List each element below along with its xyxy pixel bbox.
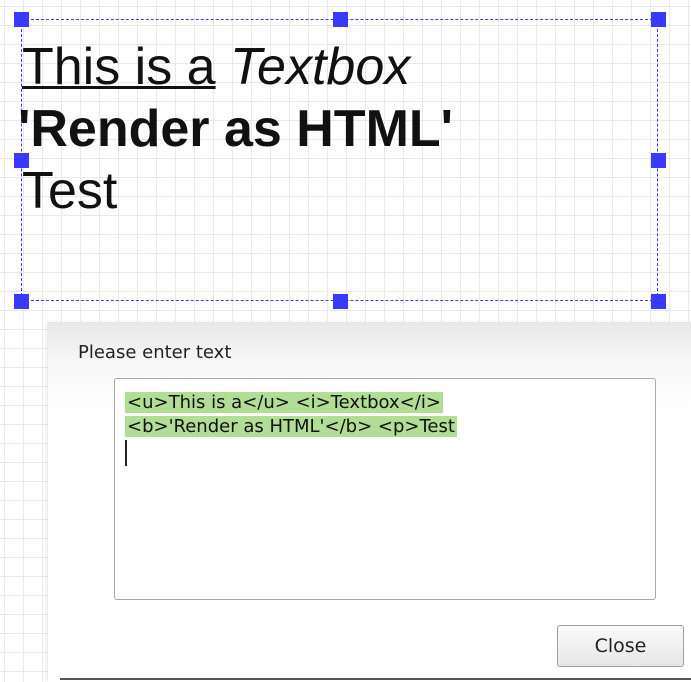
textbox-rendered-content: This is a Textbox 'Render as HTML' Test [18,36,659,222]
dialog-divider [60,678,691,680]
text-input-area[interactable]: <u>This is a</u> <i>Textbox</i> <b>'Rend… [114,378,656,600]
resize-handle-top-left[interactable] [14,12,29,27]
selected-textbox[interactable]: This is a Textbox 'Render as HTML' Test [18,19,659,301]
resize-handle-top-center[interactable] [333,12,348,27]
underlined-text: This is a [22,38,216,96]
resize-handle-bottom-right[interactable] [651,294,666,309]
edit-text-dialog: Please enter text <u>This is a</u> <i>Te… [48,322,691,682]
close-button[interactable]: Close [557,625,684,667]
selected-text: <b>'Render as HTML'</b> <p>Test [125,416,457,437]
selected-text: <u>This is a</u> <i>Textbox</i> [125,392,443,413]
resize-handle-middle-right[interactable] [651,153,666,168]
plain-text: Test [22,162,118,220]
textbox-line-1: This is a Textbox [22,36,659,98]
bold-text: 'Render as HTML' [18,100,454,158]
resize-handle-bottom-center[interactable] [333,294,348,309]
italic-text: Textbox [230,38,411,96]
resize-handle-middle-left[interactable] [14,153,29,168]
textarea-line-2: <b>'Render as HTML'</b> <p>Test [125,415,655,439]
text-caret [125,440,127,466]
resize-handle-top-right[interactable] [651,12,666,27]
dialog-prompt-label: Please enter text [78,342,232,363]
textarea-line-1: <u>This is a</u> <i>Textbox</i> [125,391,655,415]
resize-handle-bottom-left[interactable] [14,294,29,309]
